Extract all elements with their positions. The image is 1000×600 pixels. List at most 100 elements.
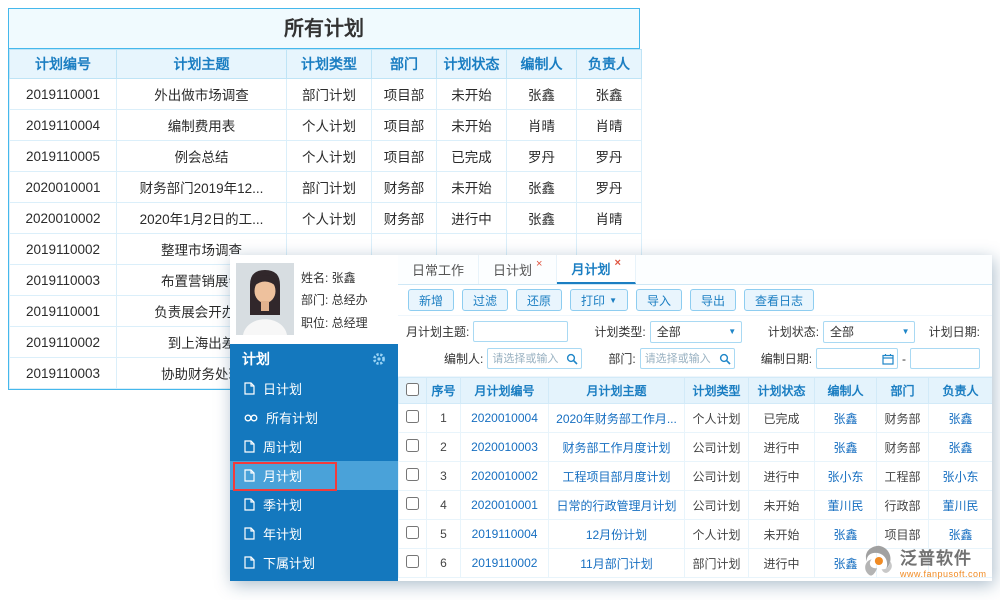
watermark: 泛普软件 www.fanpusoft.com xyxy=(860,542,994,580)
table-cell: 肖晴 xyxy=(507,110,577,141)
status-cell: 进行中 xyxy=(749,462,815,491)
row-checkbox[interactable] xyxy=(406,439,419,452)
sidebar-item[interactable]: 周计划 xyxy=(230,432,398,461)
sidebar-item[interactable]: 下属计划 xyxy=(230,548,398,577)
sidebar-item[interactable]: 所有计划 xyxy=(230,403,398,432)
subject-input[interactable] xyxy=(473,321,568,342)
subject-cell[interactable]: 11月部门计划 xyxy=(549,549,685,578)
sidebar-item[interactable]: 季计划 xyxy=(230,490,398,519)
sidebar-section-plan: 计划 xyxy=(230,344,398,374)
dropdown-arrow-icon: ▼ xyxy=(609,296,617,305)
compiler-cell[interactable]: 张小东 xyxy=(815,462,877,491)
table-cell: 财务部 xyxy=(372,203,437,234)
table-cell: 个人计划 xyxy=(287,203,372,234)
tab[interactable]: 日计划 × xyxy=(479,255,557,284)
sidebar-item[interactable]: 年计划 xyxy=(230,519,398,548)
code-cell[interactable]: 2019110002 xyxy=(461,549,549,578)
file-icon xyxy=(244,382,255,395)
no-cell: 3 xyxy=(427,462,461,491)
tab-close-icon[interactable]: × xyxy=(614,257,620,269)
tab-close-icon[interactable]: × xyxy=(536,258,542,270)
monthly-plan-window: 姓名: 张鑫 部门: 总经办 职位: 总经理 计划 日计划所有计划周计划月计划季… xyxy=(230,255,992,581)
compiler-cell[interactable]: 张鑫 xyxy=(815,404,877,433)
profile-info: 姓名: 张鑫 部门: 总经办 职位: 总经理 xyxy=(301,263,368,336)
column-header: 部门 xyxy=(877,378,929,404)
checkbox-column-header xyxy=(399,378,427,404)
sidebar-item-label: 年计划 xyxy=(263,524,302,543)
status-cell: 进行中 xyxy=(749,433,815,462)
tab-label: 日计划 xyxy=(493,260,532,279)
row-checkbox[interactable] xyxy=(406,555,419,568)
compiler-cell[interactable]: 张鑫 xyxy=(815,433,877,462)
subject-cell[interactable]: 工程项目部月度计划 xyxy=(549,462,685,491)
table-cell: 例会总结 xyxy=(117,141,287,172)
type-cell: 个人计划 xyxy=(685,404,749,433)
subject-cell[interactable]: 12月份计划 xyxy=(549,520,685,549)
status-filter-label: 计划状态: xyxy=(768,323,819,340)
status-select-value: 全部 xyxy=(824,323,854,340)
checkbox-cell xyxy=(399,491,427,520)
table-cell: 罗丹 xyxy=(507,141,577,172)
subject-cell[interactable]: 2020年财务部工作月... xyxy=(549,404,685,433)
table-cell: 肖晴 xyxy=(577,110,642,141)
sidebar-menu: 日计划所有计划周计划月计划季计划年计划下属计划 xyxy=(230,374,398,581)
toolbar-button[interactable]: 打印 ▼ xyxy=(570,289,628,311)
owner-cell[interactable]: 张鑫 xyxy=(929,404,993,433)
row-checkbox[interactable] xyxy=(406,410,419,423)
button-label: 打印 xyxy=(581,292,605,309)
owner-cell[interactable]: 董川民 xyxy=(929,491,993,520)
date-to-input[interactable] xyxy=(910,348,980,369)
select-all-checkbox[interactable] xyxy=(406,383,419,396)
column-header: 计划类型 xyxy=(685,378,749,404)
button-label: 还原 xyxy=(527,292,551,309)
column-header: 部门 xyxy=(372,50,437,79)
table-cell: 未开始 xyxy=(437,110,507,141)
row-checkbox[interactable] xyxy=(406,526,419,539)
table-cell: 财务部 xyxy=(372,172,437,203)
date-from-box xyxy=(816,348,898,369)
owner-cell[interactable]: 张鑫 xyxy=(929,433,993,462)
toolbar-button[interactable]: 查看日志 xyxy=(744,289,814,311)
compiler-search-box xyxy=(487,348,582,369)
row-checkbox[interactable] xyxy=(406,497,419,510)
sidebar-item-label: 日计划 xyxy=(263,379,302,398)
code-cell[interactable]: 2019110004 xyxy=(461,520,549,549)
table-cell: 张鑫 xyxy=(577,79,642,110)
owner-cell[interactable]: 张小东 xyxy=(929,462,993,491)
code-cell[interactable]: 2020010002 xyxy=(461,462,549,491)
status-select[interactable]: 全部 ▼ xyxy=(823,321,915,343)
toolbar-button[interactable]: 新增 xyxy=(408,289,454,311)
table-cell: 项目部 xyxy=(372,141,437,172)
compiler-cell[interactable]: 董川民 xyxy=(815,491,877,520)
column-header: 编制人 xyxy=(815,378,877,404)
checkbox-cell xyxy=(399,520,427,549)
code-cell[interactable]: 2020010001 xyxy=(461,491,549,520)
column-header: 月计划主题 xyxy=(549,378,685,404)
subject-cell[interactable]: 日常的行政管理月计划 xyxy=(549,491,685,520)
row-checkbox[interactable] xyxy=(406,468,419,481)
code-cell[interactable]: 2020010004 xyxy=(461,404,549,433)
type-select[interactable]: 全部 ▼ xyxy=(650,321,742,343)
status-cell: 已完成 xyxy=(749,404,815,433)
button-label: 导出 xyxy=(701,292,725,309)
table-cell: 2020010001 xyxy=(10,172,117,203)
table-row: 20200100022020年1月2日的工...个人计划财务部进行中张鑫肖晴 xyxy=(10,203,642,234)
sidebar-item[interactable]: 日计划 xyxy=(230,374,398,403)
tab[interactable]: 月计划× xyxy=(557,255,635,284)
type-cell: 公司计划 xyxy=(685,491,749,520)
calendar-icon xyxy=(882,353,894,365)
status-cell: 进行中 xyxy=(749,549,815,578)
dept-cell: 行政部 xyxy=(877,491,929,520)
filter-row-1: 月计划主题: 计划类型: 全部 ▼ 计划状态: 全部 ▼ 计划日期: xyxy=(406,318,984,345)
toolbar-button[interactable]: 过滤 xyxy=(462,289,508,311)
gear-icon[interactable] xyxy=(372,352,386,366)
subject-cell[interactable]: 财务部工作月度计划 xyxy=(549,433,685,462)
toolbar-button[interactable]: 还原 xyxy=(516,289,562,311)
column-header: 编制人 xyxy=(507,50,577,79)
column-header: 计划主题 xyxy=(117,50,287,79)
toolbar-button[interactable]: 导入 xyxy=(636,289,682,311)
toolbar-button[interactable]: 导出 xyxy=(690,289,736,311)
sidebar-item[interactable]: 月计划 xyxy=(230,461,398,490)
tab[interactable]: 日常工作 xyxy=(398,255,479,284)
code-cell[interactable]: 2020010003 xyxy=(461,433,549,462)
